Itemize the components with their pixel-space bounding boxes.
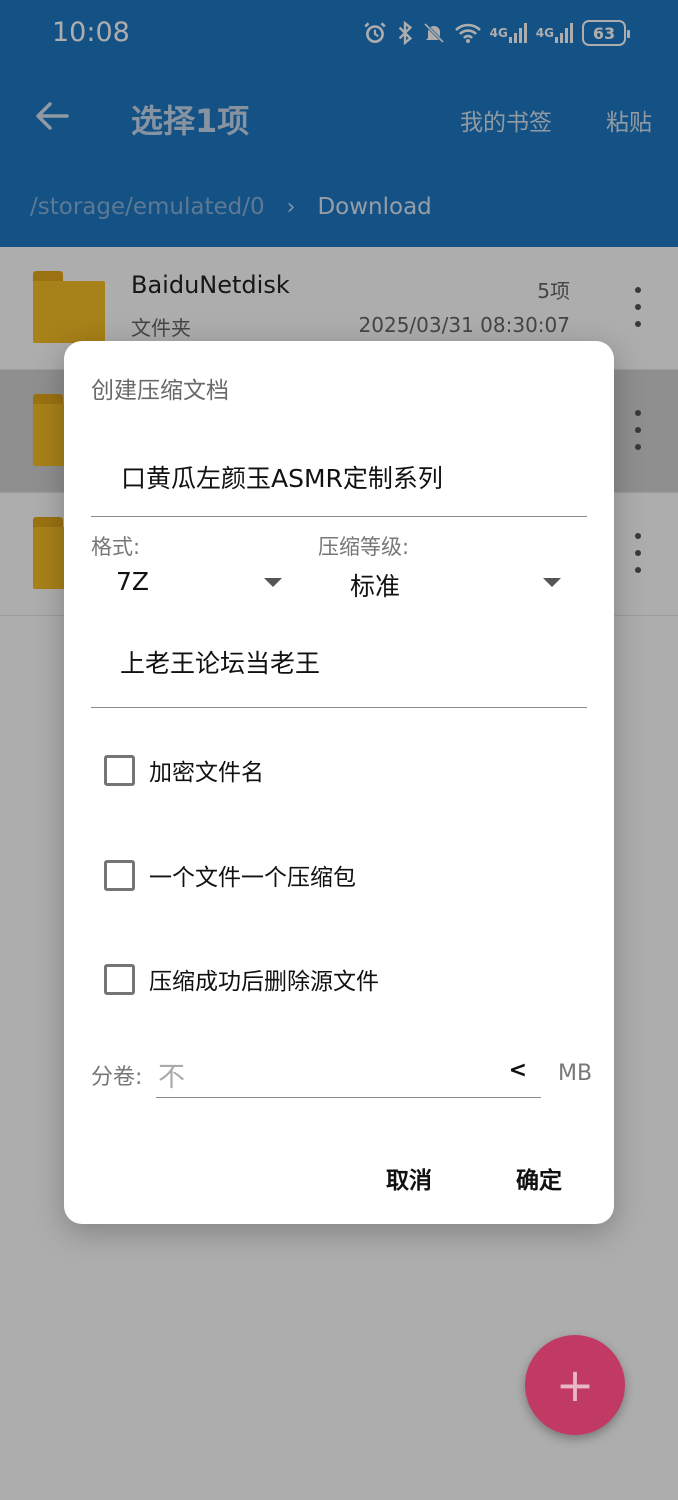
format-label: 格式: <box>91 535 141 559</box>
volume-unit: MB <box>558 1061 593 1086</box>
archive-name-value: 口黄瓜左颜玉ASMR定制系列 <box>121 464 443 493</box>
chevron-left-icon[interactable]: < <box>509 1058 527 1083</box>
checkbox[interactable] <box>104 859 135 891</box>
dropdown-arrow-icon[interactable] <box>264 578 282 587</box>
ok-button[interactable]: 确定 <box>516 1161 562 1195</box>
checkbox-label: 一个文件一个压缩包 <box>149 865 356 891</box>
level-select[interactable]: 标准 <box>350 567 400 603</box>
level-label: 压缩等级: <box>318 535 410 559</box>
archive-name-field[interactable]: 口黄瓜左颜玉ASMR定制系列 <box>91 451 587 517</box>
encrypt-filename-option[interactable]: 加密文件名 <box>104 753 264 787</box>
password-field[interactable]: 上老王论坛当老王 <box>91 641 587 708</box>
checkbox[interactable] <box>104 963 135 995</box>
checkbox-label: 压缩成功后删除源文件 <box>149 969 379 995</box>
format-select[interactable]: 7Z <box>116 567 149 596</box>
volume-label: 分卷: <box>91 1065 143 1090</box>
checkbox-label: 加密文件名 <box>149 760 264 786</box>
volume-placeholder: 不 <box>158 1062 185 1093</box>
delete-source-option[interactable]: 压缩成功后删除源文件 <box>104 962 379 996</box>
dropdown-arrow-icon[interactable] <box>543 578 561 587</box>
plus-icon: + <box>555 1358 595 1412</box>
password-value: 上老王论坛当老王 <box>120 649 321 678</box>
dialog-title: 创建压缩文档 <box>91 378 229 404</box>
checkbox[interactable] <box>104 754 135 786</box>
volume-size-input[interactable]: 不 < <box>156 1048 541 1098</box>
cancel-button[interactable]: 取消 <box>386 1161 432 1195</box>
one-archive-per-file-option[interactable]: 一个文件一个压缩包 <box>104 858 356 892</box>
create-archive-dialog: 创建压缩文档 口黄瓜左颜玉ASMR定制系列 格式: 7Z 压缩等级: 标准 上老… <box>64 341 614 1224</box>
add-fab-button[interactable]: + <box>525 1335 625 1435</box>
